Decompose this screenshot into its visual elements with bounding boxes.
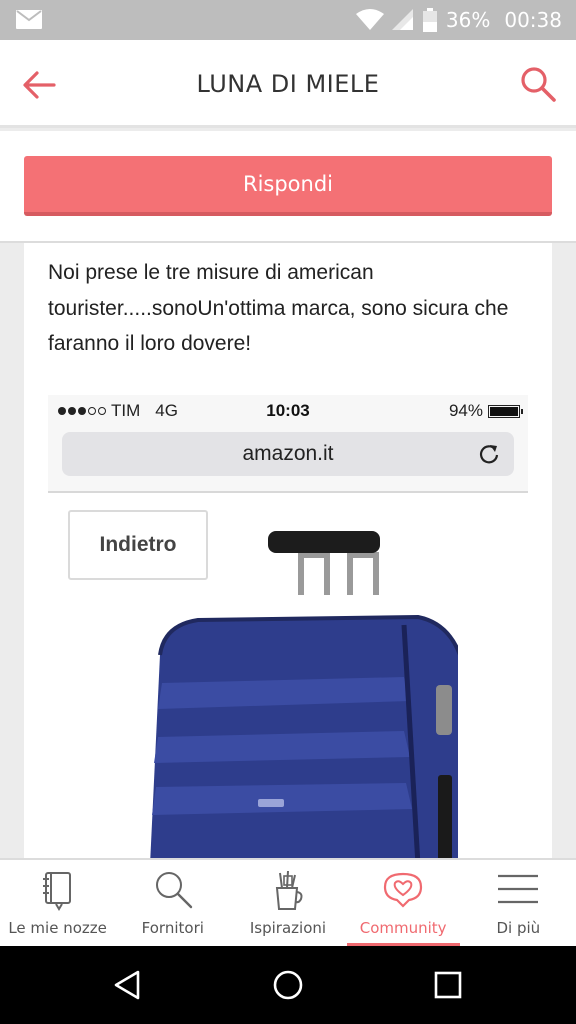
nav-label: Community (359, 919, 447, 937)
nav-community[interactable]: Community (346, 860, 461, 946)
post-card: Noi prese le tre misure di american tour… (24, 243, 552, 858)
post-image[interactable]: TIM 4G 10:03 94% amazon.it Indietro (48, 395, 528, 858)
battery-icon (422, 8, 437, 32)
system-nav-bar (0, 946, 576, 1024)
signal-icon (391, 9, 413, 30)
embedded-battery-icon (488, 404, 523, 418)
status-bar: 36% 00:38 (0, 0, 576, 40)
nav-di-piu[interactable]: Di più (461, 860, 576, 946)
nav-label: Fornitori (141, 919, 204, 937)
embedded-url: amazon.it (242, 442, 334, 465)
embedded-browser-bar: TIM 4G 10:03 94% amazon.it (48, 395, 528, 493)
recents-square-icon[interactable] (431, 968, 465, 1002)
app-bar: LUNA DI MIELE (0, 40, 576, 128)
page-title: LUNA DI MIELE (196, 70, 380, 98)
reply-button[interactable]: Rispondi (24, 156, 552, 216)
wifi-icon (355, 9, 384, 30)
menu-icon (498, 874, 539, 904)
heart-chat-icon (384, 872, 423, 908)
post-text: Noi prese le tre misure di american tour… (48, 261, 509, 355)
back-triangle-icon[interactable] (110, 968, 144, 1002)
embedded-battery: 94% (448, 401, 523, 421)
nav-label: Le mie nozze (8, 919, 107, 937)
reply-area: Rispondi (0, 131, 576, 243)
reload-icon (479, 445, 499, 464)
status-right: 36% 00:38 (355, 6, 562, 34)
nav-label: Di più (496, 919, 541, 937)
notebook-icon (42, 872, 71, 911)
nav-label: Ispirazioni (249, 919, 327, 937)
search-icon (155, 872, 192, 909)
nav-fornitori[interactable]: Fornitori (115, 860, 230, 946)
nav-ispirazioni[interactable]: Ispirazioni (230, 860, 345, 946)
clock: 00:38 (504, 8, 562, 32)
gmail-icon (16, 10, 42, 29)
nav-le-mie-nozze[interactable]: Le mie nozze (0, 860, 115, 946)
suitcase-image (150, 531, 458, 858)
battery-percent: 36% (445, 8, 491, 32)
embedded-battery-percent: 94% (448, 401, 483, 420)
search-icon[interactable] (518, 64, 558, 104)
home-circle-icon[interactable] (271, 968, 305, 1002)
bottom-nav: Le mie nozze Fornitori Ispirazioni Commu… (0, 858, 576, 946)
arrow-left-icon[interactable] (20, 66, 58, 104)
embedded-url-bar: amazon.it (62, 432, 514, 476)
pencil-cup-icon (275, 870, 303, 910)
